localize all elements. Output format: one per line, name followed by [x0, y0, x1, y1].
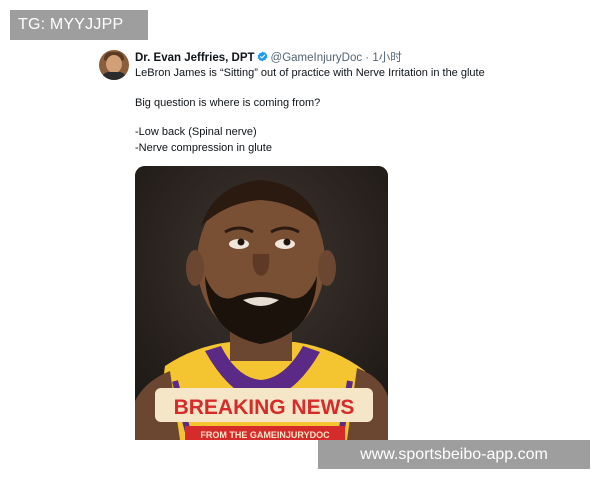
headline-text: BREAKING NEWS [174, 396, 355, 419]
verified-badge-icon [257, 51, 267, 62]
watermark-bottom: www.sportsbeibo-app.com [318, 440, 590, 469]
author-name[interactable]: Dr. Evan Jeffries, DPT [135, 52, 255, 64]
tweet-text-line: -Low back (Spinal nerve) [135, 126, 257, 138]
tweet-header: Dr. Evan Jeffries, DPT @GameInjuryDoc · … [135, 50, 402, 66]
page: Dr. Evan Jeffries, DPT @GameInjuryDoc · … [0, 0, 600, 480]
watermark-top: TG: MYYJJPP [10, 10, 148, 40]
tweet-text-line: Big question is where is coming from? [135, 97, 321, 109]
media-illustration: BREAKING NEWS FROM THE GAMEINJURYDOC [135, 166, 388, 440]
separator-dot: · [365, 52, 370, 64]
timestamp[interactable]: 1小时 [372, 52, 401, 64]
author-avatar[interactable] [99, 50, 129, 80]
tweet-text-line: -Nerve compression in glute [135, 142, 272, 154]
author-handle[interactable]: @GameInjuryDoc [271, 52, 363, 64]
tweet-text-line: LeBron James is “Sitting” out of practic… [135, 67, 485, 79]
tweet-media-image[interactable]: BREAKING NEWS FROM THE GAMEINJURYDOC [135, 166, 388, 440]
tweet-card[interactable]: Dr. Evan Jeffries, DPT @GameInjuryDoc · … [92, 42, 512, 440]
subline-text: FROM THE GAMEINJURYDOC [200, 430, 330, 440]
